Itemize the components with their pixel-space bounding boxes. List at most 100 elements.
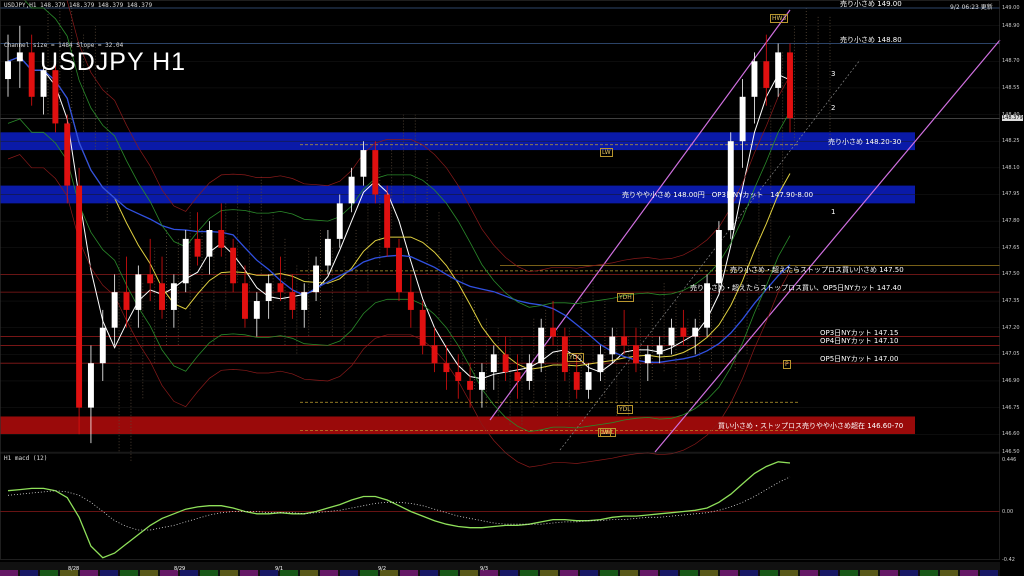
candle-body [775, 52, 782, 88]
date-label: 8/28 [68, 566, 80, 572]
candle-body [550, 327, 556, 337]
session-bar [400, 570, 418, 576]
price-tick: 148.70 [1002, 58, 1020, 65]
session-bar [20, 570, 38, 576]
date-label: 9/3 [480, 566, 489, 572]
session-bar [500, 570, 518, 576]
candle-body [787, 52, 793, 119]
candle-body [360, 150, 367, 177]
price-tick: 148.10 [1002, 164, 1020, 171]
level-label-5: OP4日NYカット 147.10 [820, 337, 899, 346]
candle-body [52, 70, 59, 124]
candle-body [763, 61, 770, 88]
marker-0: LW [600, 148, 613, 157]
candle-body [87, 363, 94, 408]
price-tick: 147.95 [1002, 191, 1020, 198]
candle-body [99, 327, 106, 364]
candle-body [384, 194, 391, 248]
chart-window: USDJPY,H1 148.379 148.379 148.379 148.37… [0, 0, 1024, 576]
marker-7: 1 [831, 208, 836, 216]
candle-body [28, 52, 35, 97]
session-bar [440, 570, 458, 576]
candle-body [739, 96, 746, 142]
date-label: 9/2 [378, 566, 387, 572]
candle-body [490, 354, 497, 373]
candle-body [668, 327, 675, 346]
zone-label-1: 売りやや小さめ 148.00円 OP3日NYカット 147.90-8.00 [622, 191, 814, 200]
candle-body [372, 150, 379, 195]
marker-10: HW3 [770, 14, 789, 23]
candle-body [751, 61, 758, 97]
price-tick: 147.05 [1002, 351, 1020, 358]
price-tick: 146.50 [1002, 449, 1020, 455]
price-tick: 148.55 [1002, 84, 1020, 91]
session-bar [460, 570, 478, 576]
marker-9: 3 [831, 70, 836, 78]
current-price-tag: 148.379 [1002, 115, 1023, 122]
level-label-2: 売り小さめ・超えたらストップロス買い小さめ 147.50 [730, 266, 904, 275]
date-label: 9/1 [275, 566, 284, 572]
price-tick: 147.65 [1002, 244, 1020, 251]
candle-body [76, 185, 83, 408]
candle-body [218, 230, 225, 248]
candle-body [313, 265, 320, 293]
session-bar [840, 570, 858, 576]
candle-body [467, 380, 474, 390]
candle-body [419, 309, 426, 346]
session-bar [520, 570, 538, 576]
macd-tick: -0.42 [1002, 557, 1015, 563]
candle-body [514, 372, 521, 381]
session-bar [800, 570, 818, 576]
price-tick: 147.20 [1002, 324, 1020, 331]
price-tick: 148.90 [1002, 22, 1020, 29]
price-tick: 147.35 [1002, 298, 1020, 305]
session-bar [940, 570, 958, 576]
candle-body [656, 345, 663, 355]
candle-body [277, 283, 284, 293]
candle-body [64, 123, 71, 186]
candle-body [585, 372, 592, 390]
candle-body [431, 345, 438, 364]
session-bar [360, 570, 378, 576]
candle-body [348, 176, 355, 204]
session-bar [420, 570, 438, 576]
candle-body [159, 283, 165, 310]
session-bar [120, 570, 138, 576]
session-bar [640, 570, 658, 576]
candle-body [324, 238, 331, 266]
session-bar [660, 570, 678, 576]
candle-body [230, 247, 237, 284]
price-tick: 149.00 [1002, 5, 1020, 11]
session-bar [860, 570, 878, 576]
marker-8: 2 [831, 104, 836, 112]
candle-body [16, 52, 23, 62]
candle-body [502, 354, 509, 373]
update-clock: 9/2 06:23 更新 [950, 4, 993, 11]
candle-body [727, 141, 734, 230]
candle-body [396, 247, 402, 293]
session-bar [340, 570, 358, 576]
price-tick: 147.80 [1002, 218, 1020, 225]
session-bar [700, 570, 718, 576]
channel-lower [654, 39, 1001, 453]
marker-5: LWL [600, 428, 617, 437]
session-bar [140, 570, 158, 576]
candle-body [123, 292, 130, 310]
zone-label-2: 買い小さめ・ストップロス売りやや小さめ超在 146.60-70 [718, 422, 904, 431]
level-label-1: 売り小さめ 148.80 [840, 35, 902, 44]
candle-body [680, 327, 687, 337]
candle-body [301, 292, 308, 310]
signal-line [7, 476, 791, 531]
marker-2: YDH [617, 293, 634, 302]
candle-body [289, 292, 296, 310]
session-bar [320, 570, 338, 576]
candle-body [170, 283, 177, 310]
candle-body [194, 238, 201, 257]
candle-body [135, 274, 142, 310]
session-bar [300, 570, 318, 576]
price-tick: 146.90 [1002, 377, 1020, 384]
price-tick: 146.60 [1002, 431, 1020, 438]
session-bar [200, 570, 218, 576]
ma-mid [7, 56, 791, 370]
session-bar [880, 570, 898, 576]
